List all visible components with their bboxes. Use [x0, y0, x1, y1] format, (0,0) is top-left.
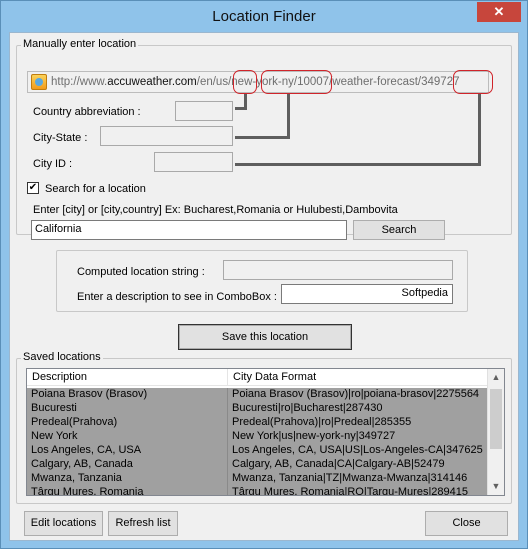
title-bar: Location Finder ✕	[1, 1, 527, 33]
row-description: Bucuresti	[31, 402, 77, 414]
computed-label: Computed location string :	[77, 266, 205, 278]
window-title: Location Finder	[212, 8, 316, 25]
list-row[interactable]: Predeal(Prahova) Predeal(Prahova)|ro|Pred…	[27, 416, 489, 430]
window-close-button[interactable]: ✕	[477, 2, 521, 22]
computed-location-group: Computed location string : Enter a descr…	[56, 250, 468, 312]
search-input[interactable]: California	[31, 220, 347, 240]
manual-location-legend: Manually enter location	[21, 38, 139, 50]
city-id-highlight	[453, 70, 493, 94]
url-prefix: http://www.	[51, 76, 108, 88]
city-id-connector	[478, 94, 481, 166]
list-row[interactable]: New York New York|us|new-york-ny|349727	[27, 430, 489, 444]
row-city-data: Calgary, AB, Canada|CA|Calgary-AB|52479	[232, 458, 445, 470]
list-row[interactable]: Calgary, AB, Canada Calgary, AB, Canada|C…	[27, 458, 489, 472]
scroll-down-icon[interactable]: ▼	[488, 478, 504, 495]
column-city-data[interactable]: City Data Format	[233, 371, 316, 383]
country-highlight	[233, 70, 257, 94]
row-description: Mwanza, Tanzania	[31, 472, 122, 484]
client-area: Manually enter location http://www.accuw…	[9, 32, 519, 541]
list-row[interactable]: Târgu Mureș, Romania Târgu Mureș, Romania…	[27, 486, 489, 496]
list-row[interactable]: Mwanza, Tanzania Mwanza, Tanzania|TZ|Mwan…	[27, 472, 489, 486]
manual-location-group: Manually enter location http://www.accuw…	[16, 38, 512, 240]
close-button[interactable]: Close	[425, 511, 508, 536]
saved-locations-legend: Saved locations	[21, 351, 103, 363]
country-connector-h	[235, 107, 247, 110]
row-city-data: Los Angeles, CA, USA|US|Los-Angeles-CA|3…	[232, 444, 483, 456]
row-city-data: Poiana Brasov (Brasov)|ro|poiana-brasov|…	[232, 388, 480, 400]
list-row[interactable]: Poiana Brasov (Brasov) Poiana Brasov (Bra…	[27, 388, 489, 402]
row-description: Los Angeles, CA, USA	[31, 444, 142, 456]
country-field[interactable]	[175, 101, 233, 121]
scroll-up-icon[interactable]: ▲	[488, 369, 504, 386]
row-city-data: Predeal(Prahova)|ro|Predeal|285355	[232, 416, 412, 428]
city-state-label: City-State :	[33, 132, 88, 144]
search-checkbox[interactable]: ✔	[27, 182, 39, 194]
city-state-connector-h	[235, 136, 290, 139]
row-city-data: Bucuresti|ro|Bucharest|287430	[232, 402, 383, 414]
computed-field	[223, 260, 453, 280]
city-id-connector-h	[235, 163, 481, 166]
column-description[interactable]: Description	[32, 371, 87, 383]
city-state-connector	[287, 94, 290, 138]
row-description: Târgu Mureș, Romania	[31, 486, 144, 496]
row-description: New York	[31, 430, 78, 442]
city-id-field[interactable]	[154, 152, 233, 172]
city-state-highlight	[261, 70, 332, 94]
row-city-data: Mwanza, Tanzania|TZ|Mwanza-Mwanza|314146	[232, 472, 468, 484]
country-label: Country abbreviation :	[33, 106, 141, 118]
column-separator[interactable]	[227, 369, 228, 386]
search-button[interactable]: Search	[353, 220, 445, 240]
list-row[interactable]: Bucuresti Bucuresti|ro|Bucharest|287430	[27, 402, 489, 416]
row-city-data: New York|us|new-york-ny|349727	[232, 430, 396, 442]
city-id-label: City ID :	[33, 158, 73, 170]
row-description: Poiana Brasov (Brasov)	[31, 388, 148, 400]
scroll-thumb[interactable]	[490, 389, 502, 449]
search-hint: Enter [city] or [city,country] Ex: Bucha…	[33, 204, 398, 216]
list-header: Description City Data Format	[27, 369, 489, 386]
list-row[interactable]: Los Angeles, CA, USA Los Angeles, CA, USA…	[27, 444, 489, 458]
refresh-list-button[interactable]: Refresh list	[108, 511, 178, 536]
saved-locations-list[interactable]: Description City Data Format Poiana Bras…	[26, 368, 505, 496]
search-checkbox-label[interactable]: Search for a location	[45, 183, 146, 195]
row-city-data: Târgu Mureș, Romania|RO|Targu-Mures|2894…	[232, 486, 469, 496]
edit-locations-button[interactable]: Edit locations	[24, 511, 103, 536]
save-location-button[interactable]: Save this location	[178, 324, 352, 350]
city-state-field[interactable]	[100, 126, 233, 146]
url-example-bar: http://www.accuweather.com/en/us/new-yor…	[27, 71, 489, 93]
globe-icon	[31, 74, 47, 90]
location-finder-window: Location Finder ✕ Manually enter locatio…	[0, 0, 528, 549]
row-description: Predeal(Prahova)	[31, 416, 118, 428]
row-description: Calgary, AB, Canada	[31, 458, 133, 470]
url-domain: accuweather.com	[107, 76, 197, 88]
list-scrollbar[interactable]: ▲ ▼	[487, 369, 504, 495]
description-input[interactable]: Softpedia	[281, 284, 453, 304]
description-label: Enter a description to see in ComboBox :	[77, 291, 277, 303]
